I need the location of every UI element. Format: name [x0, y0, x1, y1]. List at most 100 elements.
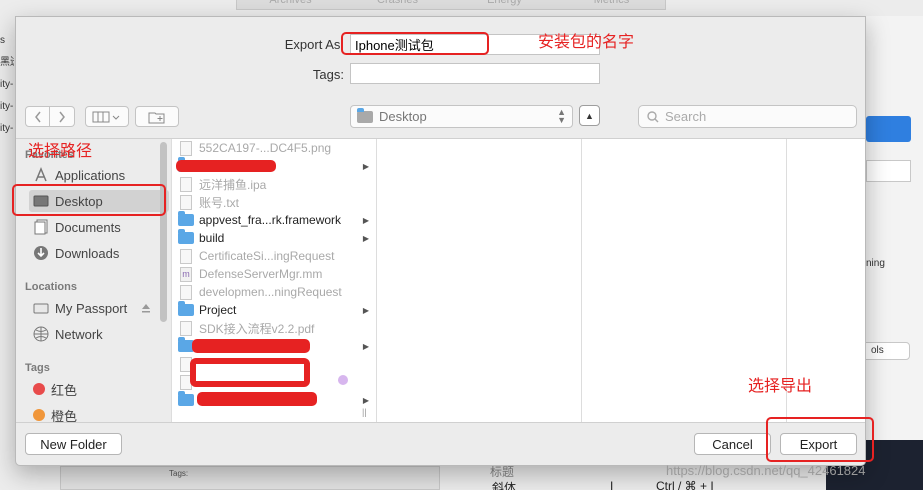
collapse-dialog-button[interactable]: ▲ — [579, 105, 600, 126]
background-left-list: s 黑送 ity- ity- ity- — [0, 30, 14, 140]
cancel-button[interactable]: Cancel — [694, 433, 771, 455]
background-shortcut: Ctrl / ⌘ + I — [656, 479, 714, 490]
sidebar-item-network[interactable]: Network — [31, 323, 168, 345]
back-button[interactable] — [25, 106, 50, 127]
file-item[interactable]: 账号.txt — [178, 193, 373, 211]
background-blue-button — [866, 116, 911, 142]
sidebar: Favorites Applications Desktop Documents… — [16, 139, 171, 422]
documents-icon — [34, 219, 48, 235]
purple-tag-dot — [338, 375, 348, 385]
background-text: ning — [866, 258, 885, 269]
disclosure-arrow-icon: ▶ — [362, 215, 369, 225]
background-fragment: ity- — [0, 123, 14, 134]
background-fragment: ity- — [0, 79, 14, 90]
disclosure-arrow-icon: ▶ — [362, 395, 369, 405]
ipa-file-icon — [180, 176, 192, 192]
background-tab: Crashes — [377, 0, 418, 6]
annotation-box-name — [341, 32, 489, 55]
background-fragment: 黑送 — [0, 57, 14, 68]
updown-arrows-icon: ▲ ▼ — [557, 107, 566, 125]
sidebar-item-documents[interactable]: Documents — [31, 216, 168, 238]
background-tab: Metrics — [593, 0, 630, 6]
file-column: 552CA197-...DC4F5.png ▶ 远洋捕鱼.ipa 账号.txt … — [171, 139, 376, 422]
search-field[interactable]: Search — [638, 105, 857, 128]
export-as-label: Export As: — [284, 37, 344, 52]
sidebar-item-label: 橙色 — [51, 408, 78, 423]
sidebar-item-label: My Passport — [55, 300, 128, 316]
column-resize-handle[interactable]: || — [362, 407, 367, 417]
disclosure-arrow-icon: ▶ — [362, 305, 369, 315]
file-name: CertificateSi...ingRequest — [199, 249, 335, 263]
file-name: DefenseServerMgr.mm — [199, 267, 323, 281]
annotation-box-desktop — [12, 184, 166, 216]
file-name: Project — [199, 303, 237, 317]
sidebar-item-downloads[interactable]: Downloads — [31, 242, 168, 264]
view-mode-button[interactable] — [85, 106, 129, 127]
annotation-name-note: 安装包的名字 — [538, 34, 635, 51]
pdf-file-icon — [180, 320, 192, 336]
file-name: 账号.txt — [199, 195, 240, 210]
sidebar-item-label: Applications — [55, 167, 126, 183]
file-name: 552CA197-...DC4F5.png — [199, 141, 332, 155]
applications-icon — [35, 167, 47, 182]
background-right-panel: ning ols — [826, 16, 923, 490]
text-cursor-icon: I — [610, 479, 614, 490]
disclosure-arrow-icon: ▶ — [362, 233, 369, 243]
chevron-up-icon: ▲ — [585, 110, 594, 121]
sidebar-item-my-passport[interactable]: My Passport — [31, 297, 168, 319]
export-dialog: Export As: Tags: Desktop ▲▼ ▲ Search Fav… — [15, 16, 866, 466]
search-placeholder: Search — [665, 109, 707, 124]
certificate-file-icon — [180, 248, 192, 264]
network-icon — [33, 326, 49, 342]
disclosure-arrow-icon: ▶ — [362, 161, 369, 171]
file-item[interactable]: Project ▶ — [178, 301, 373, 319]
text-file-icon — [180, 194, 192, 210]
file-item[interactable]: build ▶ — [178, 229, 373, 247]
new-folder-button[interactable]: New Folder — [25, 433, 122, 455]
file-name: build — [199, 231, 225, 245]
background-row-label: 斜体 — [492, 481, 517, 490]
eject-icon[interactable] — [141, 303, 151, 313]
forward-button[interactable] — [50, 106, 75, 127]
redaction-mark — [197, 392, 317, 406]
file-name: 远洋捕鱼.ipa — [199, 177, 267, 192]
column-view-icon — [92, 111, 120, 122]
locations-header: Locations — [25, 281, 77, 293]
file-item[interactable]: CertificateSi...ingRequest — [178, 247, 373, 265]
chevron-right-icon — [59, 111, 65, 122]
tags-field[interactable] — [350, 63, 600, 84]
sidebar-item-applications[interactable]: Applications — [31, 164, 168, 186]
search-icon — [647, 110, 659, 122]
new-folder-toolbar-button[interactable] — [135, 106, 179, 127]
file-item[interactable]: m DefenseServerMgr.mm — [178, 265, 373, 283]
folder-icon — [357, 107, 373, 123]
redaction-mark — [176, 160, 276, 172]
location-label: Desktop — [379, 109, 427, 124]
background-tags-label: Tags: — [169, 469, 189, 478]
file-item[interactable]: 552CA197-...DC4F5.png — [178, 139, 373, 157]
location-popup[interactable]: Desktop ▲ ▼ — [350, 105, 573, 128]
tags-header: Tags — [25, 362, 50, 374]
file-item[interactable]: SDK接入流程v2.2.pdf — [178, 319, 373, 337]
chevron-left-icon — [34, 111, 41, 122]
sidebar-item-label: 红色 — [51, 382, 78, 398]
sidebar-item-tag-orange[interactable]: 橙色 — [31, 404, 168, 422]
downloads-icon — [34, 246, 48, 260]
sidebar-item-tag-red[interactable]: 红色 — [31, 378, 168, 400]
background-tab-bar: Archives Crashes Energy Metrics — [236, 0, 666, 10]
annotation-export-note: 选择导出 — [748, 378, 813, 395]
folder-icon — [178, 211, 194, 226]
background-bottom-panel: Tags: — [60, 466, 440, 490]
file-item[interactable]: developmen...ningRequest — [178, 283, 373, 301]
sidebar-scrollbar[interactable] — [160, 142, 167, 322]
source-file-icon: m — [180, 266, 192, 282]
drive-icon — [33, 303, 49, 314]
browser-area: Favorites Applications Desktop Documents… — [16, 138, 865, 423]
new-folder-icon — [148, 112, 165, 123]
empty-column — [376, 139, 581, 422]
watermark: https://blog.csdn.net/qq_42461824 — [666, 463, 866, 478]
file-item[interactable]: appvest_fra...rk.framework ▶ — [178, 211, 373, 229]
red-tag-icon — [33, 383, 45, 395]
background-tab: Energy — [487, 0, 522, 6]
file-item[interactable]: 远洋捕鱼.ipa — [178, 175, 373, 193]
